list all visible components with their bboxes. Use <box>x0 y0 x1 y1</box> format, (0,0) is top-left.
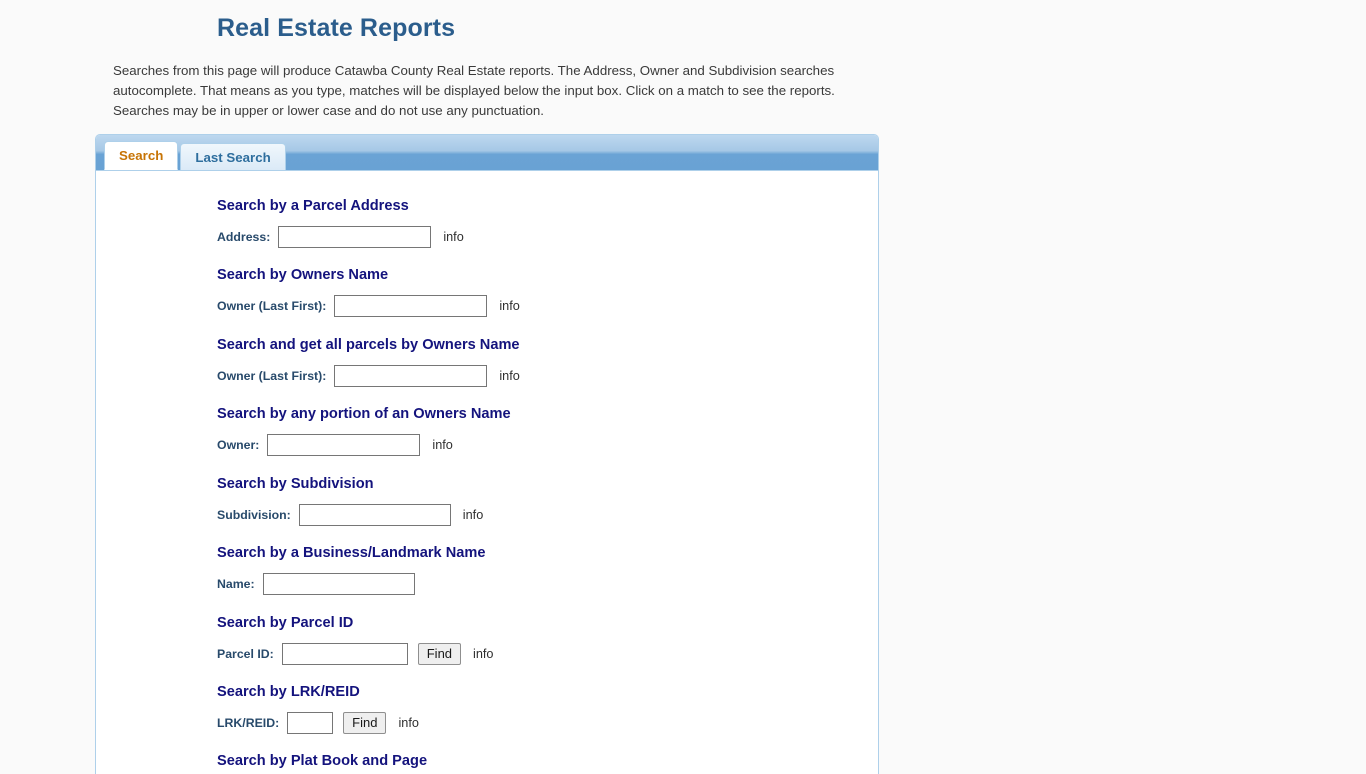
page-title: Real Estate Reports <box>217 14 456 42</box>
info-link-address[interactable]: info <box>443 230 463 244</box>
search-form-content: Search by a Parcel Address Address: info… <box>96 170 878 774</box>
label-lrk-reid: LRK/REID: <box>217 716 280 730</box>
label-owner-last-first: Owner (Last First): <box>217 299 327 313</box>
field-row-owner-all-parcels: Owner (Last First): info <box>217 365 520 387</box>
field-row-subdivision: Subdivision: info <box>217 504 483 526</box>
info-link-owner-all-parcels[interactable]: info <box>499 369 519 383</box>
label-owner-portion: Owner: <box>217 438 260 452</box>
tab-last-search-label: Last Search <box>195 150 271 165</box>
business-landmark-name-input[interactable] <box>262 573 415 595</box>
label-address: Address: <box>217 230 271 244</box>
tab-search-label: Search <box>119 148 164 163</box>
page-intro-text: Searches from this page will produce Cat… <box>113 63 835 118</box>
section-heading-all-parcels-owners-name: Search and get all parcels by Owners Nam… <box>217 337 520 353</box>
label-subdivision: Subdivision: <box>217 508 291 522</box>
section-heading-plat-book-page: Search by Plat Book and Page <box>217 753 428 769</box>
owner-portion-input[interactable] <box>267 434 421 456</box>
section-heading-parcel-id: Search by Parcel ID <box>217 615 354 631</box>
label-owner-all-parcels: Owner (Last First): <box>217 369 327 383</box>
parcel-id-input[interactable] <box>281 643 408 665</box>
subdivision-input[interactable] <box>298 504 451 526</box>
field-row-address: Address: info <box>217 226 464 248</box>
section-heading-portion-owners-name: Search by any portion of an Owners Name <box>217 406 511 422</box>
tab-last-search[interactable]: Last Search <box>180 143 286 170</box>
section-heading-business-landmark: Search by a Business/Landmark Name <box>217 545 486 561</box>
info-link-lrk-reid[interactable]: info <box>398 716 418 730</box>
field-row-owner-portion: Owner: info <box>217 434 453 456</box>
field-row-parcel-id: Parcel ID: Find info <box>217 643 494 665</box>
info-link-owner-last-first[interactable]: info <box>499 299 519 313</box>
field-row-lrk-reid: LRK/REID: Find info <box>217 712 419 734</box>
tab-search[interactable]: Search <box>104 141 179 170</box>
tab-list: Search Last Search <box>104 139 288 170</box>
info-link-parcel-id[interactable]: info <box>473 647 493 661</box>
lrk-reid-input[interactable] <box>287 712 334 734</box>
info-link-subdivision[interactable]: info <box>463 508 483 522</box>
label-parcel-id: Parcel ID: <box>217 647 274 661</box>
section-heading-parcel-address: Search by a Parcel Address <box>217 198 409 214</box>
field-row-owner-last-first: Owner (Last First): info <box>217 295 520 317</box>
address-input[interactable] <box>278 226 432 248</box>
owner-last-first-input[interactable] <box>334 295 488 317</box>
info-link-owner-portion[interactable]: info <box>432 438 452 452</box>
section-heading-owners-name: Search by Owners Name <box>217 267 389 283</box>
search-panel: Search Last Search Search by a Parcel Ad… <box>95 134 879 774</box>
parcel-id-find-button[interactable]: Find <box>417 643 462 665</box>
label-name: Name: <box>217 577 255 591</box>
owner-all-parcels-input[interactable] <box>334 365 488 387</box>
section-heading-subdivision: Search by Subdivision <box>217 476 374 492</box>
field-row-name: Name: <box>217 573 415 595</box>
lrk-reid-find-button[interactable]: Find <box>343 712 387 734</box>
section-heading-lrk-reid: Search by LRK/REID <box>217 684 360 700</box>
tab-bar: Search Last Search <box>96 135 878 170</box>
